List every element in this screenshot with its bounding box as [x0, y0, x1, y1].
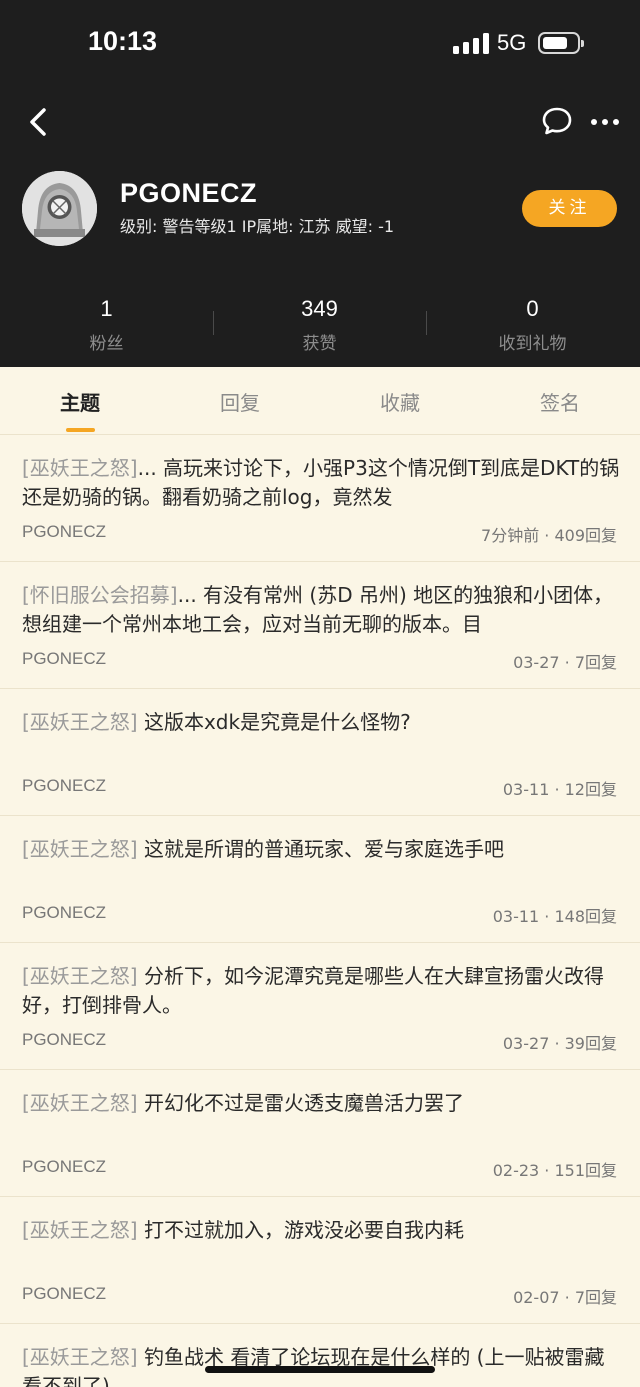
post-tag: [怀旧服公会招募] — [22, 583, 178, 607]
stat-followers[interactable]: 1 粉丝 — [0, 296, 213, 354]
post-title: [巫妖王之怒] 钓鱼战术 看清了论坛现在是什么样的 (上一贴被雷藏看不到了) — [22, 1343, 622, 1387]
stat-value: 0 — [526, 296, 539, 321]
post-tag: [巫妖王之怒] — [22, 964, 138, 988]
post-author: PGONECZ — [22, 1284, 107, 1303]
tab-replies[interactable]: 回复 — [180, 387, 300, 416]
stat-value: 1 — [100, 296, 113, 321]
active-tab-indicator — [66, 428, 95, 432]
more-icon[interactable] — [588, 108, 622, 136]
home-indicator[interactable] — [205, 1366, 435, 1373]
post-title: [巫妖王之怒] 分析下，如今泥潭究竟是哪些人在大肆宣扬雷火改得好，打倒排骨人。 — [22, 962, 622, 1020]
post-title-text: 开幻化不过是雷火透支魔兽活力罢了 — [137, 1091, 464, 1115]
battery-fill — [543, 37, 567, 49]
post-author: PGONECZ — [22, 649, 107, 668]
profile-header: 10:13 5G PGONECZ 级别: 警告等级1 IP属地: 江苏 威望: … — [0, 0, 640, 367]
post-item[interactable]: [巫妖王之怒] 这版本xdk是究竟是什么怪物? PGONECZ 03-11 · … — [0, 689, 640, 816]
post-title-text: 打不过就加入，游戏没必要自我内耗 — [137, 1218, 464, 1242]
post-title: [巫妖王之怒] 打不过就加入，游戏没必要自我内耗 — [22, 1216, 622, 1245]
post-item[interactable]: [巫妖王之怒] 钓鱼战术 看清了论坛现在是什么样的 (上一贴被雷藏看不到了) — [0, 1324, 640, 1387]
signal-icon — [453, 32, 489, 54]
stat-likes[interactable]: 349 获赞 — [213, 296, 426, 354]
battery-icon — [538, 32, 584, 54]
post-author: PGONECZ — [22, 903, 107, 922]
post-title: [怀旧服公会招募]... 有没有常州 (苏D 吊州) 地区的独狼和小团体，想组建… — [22, 581, 622, 639]
stat-label: 粉丝 — [89, 334, 124, 354]
post-meta: 03-11 · 148回复 — [492, 907, 617, 926]
tab-bar: 主题 回复 收藏 签名 — [0, 367, 640, 435]
post-tag: [巫妖王之怒] — [22, 1091, 138, 1115]
tab-favorites[interactable]: 收藏 — [340, 387, 460, 416]
message-icon[interactable] — [540, 104, 574, 138]
post-title: [巫妖王之怒]... 高玩来讨论下，小强P3这个情况倒T到底是DKT的锅还是奶骑… — [22, 454, 622, 512]
follow-button[interactable]: 关注 — [522, 190, 617, 227]
tab-topics[interactable]: 主题 — [20, 387, 140, 416]
post-meta: 03-27 · 39回复 — [502, 1034, 617, 1053]
back-icon[interactable] — [22, 104, 58, 140]
post-item[interactable]: [巫妖王之怒] 开幻化不过是雷火透支魔兽活力罢了 PGONECZ 02-23 ·… — [0, 1070, 640, 1197]
post-item[interactable]: [巫妖王之怒] 分析下，如今泥潭究竟是哪些人在大肆宣扬雷火改得好，打倒排骨人。 … — [0, 943, 640, 1070]
post-author: PGONECZ — [22, 522, 107, 541]
post-title: [巫妖王之怒] 这版本xdk是究竟是什么怪物? — [22, 708, 622, 737]
status-time: 10:13 — [88, 26, 158, 56]
stat-value: 349 — [301, 296, 338, 321]
avatar[interactable] — [22, 171, 97, 246]
post-title: [巫妖王之怒] 这就是所谓的普通玩家、爱与家庭选手吧 — [22, 835, 622, 864]
post-item[interactable]: [巫妖王之怒] 这就是所谓的普通玩家、爱与家庭选手吧 PGONECZ 03-11… — [0, 816, 640, 943]
post-title: [巫妖王之怒] 开幻化不过是雷火透支魔兽活力罢了 — [22, 1089, 622, 1118]
username: PGONECZ — [120, 178, 258, 208]
post-meta: 03-11 · 12回复 — [502, 780, 617, 799]
post-tag: [巫妖王之怒] — [22, 837, 138, 861]
network-type: 5G — [497, 30, 527, 55]
post-item[interactable]: [巫妖王之怒]... 高玩来讨论下，小强P3这个情况倒T到底是DKT的锅还是奶骑… — [0, 435, 640, 562]
post-author: PGONECZ — [22, 1157, 107, 1176]
post-tag: [巫妖王之怒] — [22, 456, 138, 480]
status-bar: 10:13 5G — [0, 0, 640, 90]
tab-signature[interactable]: 签名 — [500, 387, 620, 416]
post-item[interactable]: [怀旧服公会招募]... 有没有常州 (苏D 吊州) 地区的独狼和小团体，想组建… — [0, 562, 640, 689]
user-meta: 级别: 警告等级1 IP属地: 江苏 威望: -1 — [120, 217, 395, 236]
post-meta: 02-23 · 151回复 — [492, 1161, 617, 1180]
post-tag: [巫妖王之怒] — [22, 1345, 138, 1369]
post-meta: 02-07 · 7回复 — [513, 1288, 617, 1307]
post-tag: [巫妖王之怒] — [22, 1218, 138, 1242]
post-title-text: 这就是所谓的普通玩家、爱与家庭选手吧 — [137, 837, 504, 861]
post-author: PGONECZ — [22, 1030, 107, 1049]
post-meta: 03-27 · 7回复 — [513, 653, 617, 672]
post-meta: 7分钟前 · 409回复 — [481, 526, 617, 545]
post-title-text: 这版本xdk是究竟是什么怪物? — [137, 710, 411, 734]
post-author: PGONECZ — [22, 776, 107, 795]
post-item[interactable]: [巫妖王之怒] 打不过就加入，游戏没必要自我内耗 PGONECZ 02-07 ·… — [0, 1197, 640, 1324]
stat-gifts[interactable]: 0 收到礼物 — [426, 296, 639, 354]
post-tag: [巫妖王之怒] — [22, 710, 138, 734]
stat-label: 收到礼物 — [498, 334, 567, 354]
stat-label: 获赞 — [302, 334, 337, 354]
stats-bar: 1 粉丝 349 获赞 0 收到礼物 — [0, 296, 640, 356]
